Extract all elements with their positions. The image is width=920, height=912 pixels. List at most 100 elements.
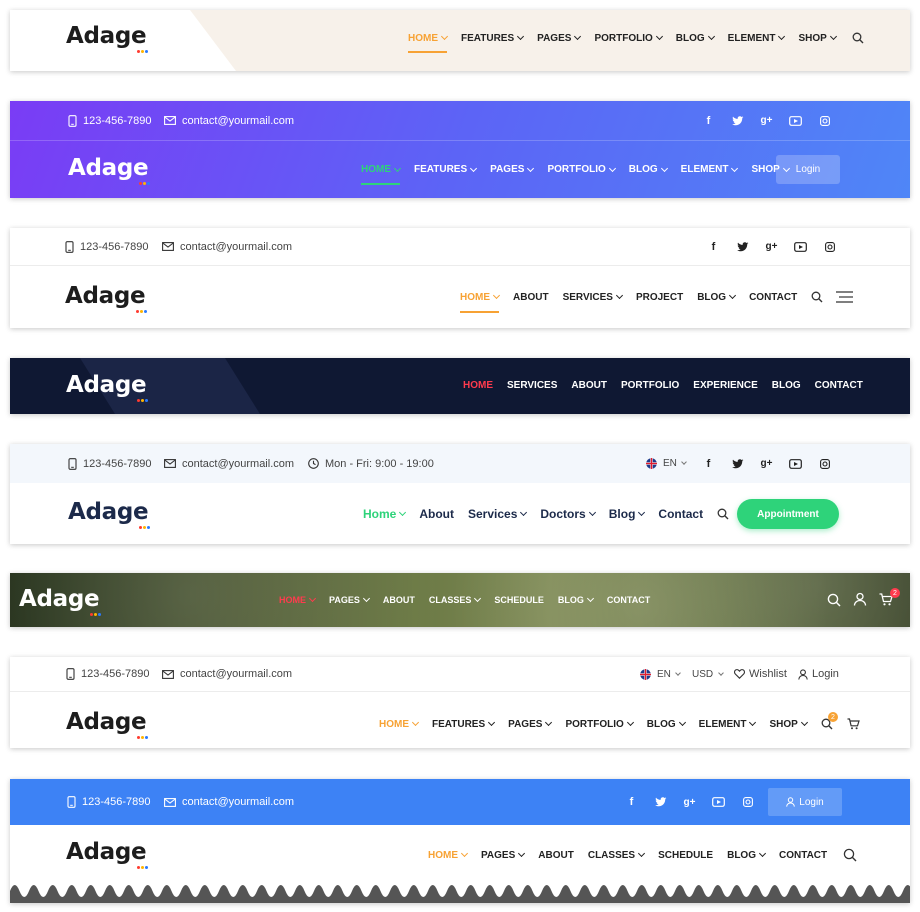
nav-services[interactable]: SERVICES	[507, 380, 557, 391]
instagram-icon[interactable]	[733, 797, 762, 807]
search-icon[interactable]	[717, 508, 729, 520]
nav-home[interactable]: HOME	[428, 850, 469, 861]
nav-about[interactable]: ABOUT	[383, 595, 415, 605]
nav-portfolio[interactable]: PORTFOLIO	[594, 33, 663, 44]
nav-pages[interactable]: PAGES	[537, 33, 582, 44]
search-icon[interactable]	[843, 848, 857, 862]
nav-blog[interactable]: BLOG	[558, 594, 594, 605]
nav-doctors[interactable]: Doctors	[540, 507, 596, 521]
nav-contact[interactable]: CONTACT	[749, 292, 797, 303]
facebook-icon[interactable]: f	[694, 115, 723, 127]
nav-features[interactable]: FEATURES	[414, 164, 478, 175]
brand-logo[interactable]: Adage	[68, 157, 151, 185]
language-selector[interactable]: EN	[640, 668, 681, 680]
nav-home[interactable]: HOME	[408, 33, 449, 53]
email-contact[interactable]: contact@yourmail.com	[164, 796, 294, 808]
nav-services[interactable]: SERVICES	[563, 292, 623, 303]
twitter-icon[interactable]	[723, 458, 752, 469]
nav-blog[interactable]: BLOG	[676, 33, 715, 44]
hamburger-menu-icon[interactable]	[836, 291, 854, 303]
nav-shop[interactable]: SHOP	[769, 719, 808, 730]
phone-contact[interactable]: 123-456-7890	[67, 796, 151, 808]
facebook-icon[interactable]: f	[617, 796, 646, 808]
google-plus-icon[interactable]: g+	[757, 241, 786, 252]
brand-logo[interactable]: Adage	[68, 501, 151, 529]
nav-home[interactable]: HOME	[361, 164, 402, 185]
email-contact[interactable]: contact@yourmail.com	[162, 668, 292, 680]
nav-blog[interactable]: Blog	[609, 507, 646, 521]
youtube-icon[interactable]	[781, 458, 810, 469]
nav-contact[interactable]: Contact	[658, 507, 703, 521]
nav-home[interactable]: Home	[363, 507, 407, 521]
nav-features[interactable]: FEATURES	[461, 33, 525, 44]
phone-contact[interactable]: 123-456-7890	[65, 241, 149, 253]
youtube-icon[interactable]	[781, 115, 810, 126]
phone-contact[interactable]: 123-456-7890	[66, 668, 150, 680]
login-button[interactable]: Login	[768, 788, 842, 816]
instagram-icon[interactable]	[810, 115, 839, 126]
brand-logo[interactable]: Adage	[19, 588, 102, 616]
nav-blog[interactable]: BLOG	[697, 292, 737, 303]
nav-home[interactable]: HOME	[279, 594, 317, 605]
brand-logo[interactable]: Adage	[66, 711, 149, 739]
wishlist-link[interactable]: Wishlist	[734, 668, 787, 680]
nav-about[interactable]: ABOUT	[571, 380, 607, 391]
nav-pages[interactable]: PAGES	[508, 719, 553, 730]
user-icon[interactable]	[853, 592, 867, 606]
nav-experience[interactable]: EXPERIENCE	[693, 380, 757, 391]
google-plus-icon[interactable]: g+	[675, 797, 704, 808]
nav-home[interactable]: HOME	[379, 719, 420, 730]
email-contact[interactable]: contact@yourmail.com	[162, 241, 292, 253]
brand-logo[interactable]: Adage	[66, 841, 149, 869]
nav-about[interactable]: ABOUT	[538, 850, 574, 861]
nav-features[interactable]: FEATURES	[432, 719, 496, 730]
nav-portfolio[interactable]: PORTFOLIO	[547, 164, 616, 175]
nav-pages[interactable]: PAGES	[481, 850, 526, 861]
nav-blog[interactable]: BLOG	[647, 719, 686, 730]
nav-element[interactable]: ELEMENT	[728, 33, 786, 44]
search-icon[interactable]	[852, 32, 864, 44]
youtube-icon[interactable]	[704, 797, 733, 807]
nav-blog[interactable]: BLOG	[629, 164, 668, 175]
nav-home[interactable]: HOME	[463, 380, 493, 391]
cart-icon[interactable]	[847, 718, 860, 730]
nav-element[interactable]: ELEMENT	[699, 719, 757, 730]
nav-schedule[interactable]: SCHEDULE	[658, 850, 713, 861]
nav-blog[interactable]: BLOG	[727, 850, 767, 861]
nav-portfolio[interactable]: PORTFOLIO	[565, 719, 634, 730]
twitter-icon[interactable]	[723, 115, 752, 126]
language-selector[interactable]: EN	[646, 458, 687, 469]
nav-about[interactable]: About	[419, 507, 454, 521]
currency-selector[interactable]: USD	[692, 669, 724, 680]
email-contact[interactable]: contact@yourmail.com	[164, 115, 294, 127]
brand-logo[interactable]: Adage	[65, 285, 148, 313]
nav-services[interactable]: Services	[468, 507, 528, 521]
brand-logo[interactable]: Adage	[66, 374, 149, 402]
twitter-icon[interactable]	[646, 797, 675, 807]
nav-pages[interactable]: PAGES	[329, 594, 370, 605]
nav-project[interactable]: PROJECT	[636, 292, 683, 303]
nav-about[interactable]: ABOUT	[513, 292, 549, 303]
nav-home[interactable]: HOME	[460, 292, 501, 313]
nav-pages[interactable]: PAGES	[490, 164, 535, 175]
nav-contact[interactable]: CONTACT	[607, 595, 650, 605]
brand-logo[interactable]: Adage	[66, 25, 149, 53]
login-link[interactable]: Login	[798, 668, 839, 680]
facebook-icon[interactable]: f	[699, 241, 728, 253]
nav-blog[interactable]: BLOG	[772, 380, 801, 391]
appointment-button[interactable]: Appointment	[737, 499, 839, 529]
phone-contact[interactable]: 123-456-7890	[68, 458, 152, 470]
search-icon[interactable]	[811, 291, 823, 303]
search-icon[interactable]	[827, 593, 841, 607]
twitter-icon[interactable]	[728, 241, 757, 252]
nav-portfolio[interactable]: PORTFOLIO	[621, 380, 679, 391]
facebook-icon[interactable]: f	[694, 458, 723, 470]
nav-classes[interactable]: CLASSES	[588, 850, 646, 861]
google-plus-icon[interactable]: g+	[752, 115, 781, 126]
instagram-icon[interactable]	[815, 241, 844, 252]
phone-contact[interactable]: 123-456-7890	[68, 115, 152, 127]
nav-schedule[interactable]: SCHEDULE	[494, 595, 544, 605]
login-button[interactable]: Login	[776, 155, 840, 184]
email-contact[interactable]: contact@yourmail.com	[164, 458, 294, 470]
nav-shop[interactable]: SHOP	[798, 33, 837, 44]
